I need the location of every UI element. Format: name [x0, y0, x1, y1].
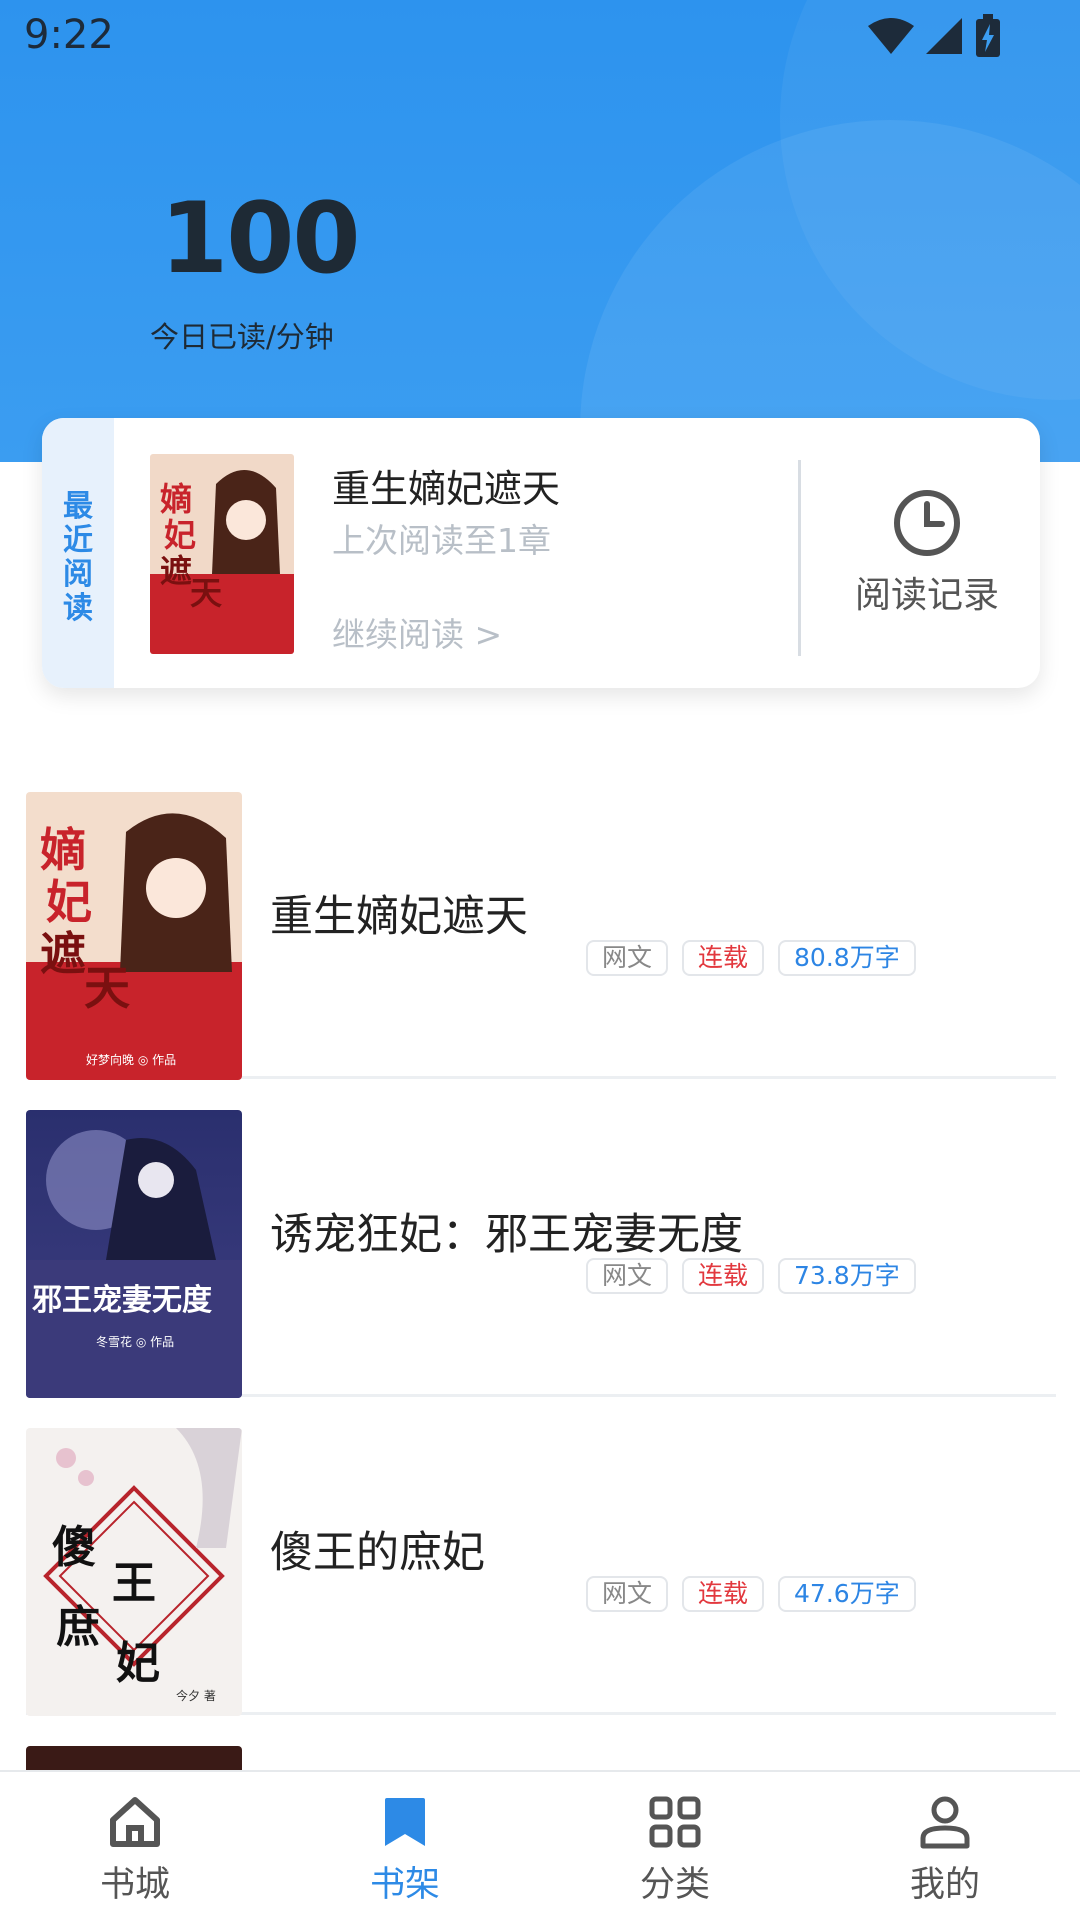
- recent-reading-tab-label: 最近阅读: [63, 489, 93, 626]
- signal-icon: [926, 18, 962, 54]
- svg-text:庶: 庶: [56, 1602, 100, 1653]
- svg-text:天: 天: [84, 961, 130, 1015]
- book-tags: 网文 连载 73.8万字: [586, 1258, 916, 1294]
- nav-bookshelf[interactable]: 书架: [270, 1772, 540, 1922]
- genre-tag: 网文: [586, 940, 669, 976]
- cover-author: 今夕 著: [176, 1688, 216, 1703]
- book-item[interactable]: 嫡 妃 遮 天 好梦向晚 ◎ 作品 重生嫡妃遮天 网文 连载 80.8万字: [26, 780, 1056, 1080]
- book-cover[interactable]: 傻 王 庶 妃 今夕 著: [26, 1428, 242, 1716]
- book-tags: 网文 连载 80.8万字: [586, 940, 916, 976]
- status-tag: 连载: [682, 1576, 765, 1612]
- header-banner: 9:22 100 今日已读/分钟: [0, 0, 1080, 462]
- status-tag: 连载: [682, 940, 765, 976]
- divider: [798, 460, 801, 656]
- svg-text:妃: 妃: [164, 516, 196, 554]
- svg-text:遮: 遮: [160, 552, 192, 590]
- recent-book-progress: 上次阅读至1章: [332, 521, 551, 560]
- svg-text:遮: 遮: [40, 927, 86, 981]
- nav-bookstore[interactable]: 书城: [0, 1772, 270, 1922]
- book-title[interactable]: 重生嫡妃遮天: [270, 882, 528, 944]
- svg-text:傻: 傻: [52, 1522, 96, 1573]
- status-time: 9:22: [24, 12, 114, 58]
- word-count-tag: 47.6万字: [778, 1576, 916, 1612]
- book-tags: 网文 连载 47.6万字: [586, 1576, 916, 1612]
- nav-category[interactable]: 分类: [540, 1772, 810, 1922]
- nav-label: 书架: [369, 1865, 440, 1905]
- book-cover[interactable]: 嫡 妃 遮 天 好梦向晚 ◎ 作品: [26, 792, 242, 1080]
- word-count-tag: 80.8万字: [778, 940, 916, 976]
- grid-icon: [649, 1796, 701, 1848]
- word-count-tag: 73.8万字: [778, 1258, 916, 1294]
- nav-mine[interactable]: 我的: [810, 1772, 1080, 1922]
- nav-label: 我的: [909, 1865, 980, 1905]
- status-tag: 连载: [682, 1258, 765, 1294]
- book-item[interactable]: 傻 王 庶 妃 今夕 著 傻王的庶妃 网文 连载 47.6万字: [26, 1416, 1056, 1716]
- svg-text:妃: 妃: [116, 1638, 160, 1689]
- book-title[interactable]: 诱宠狂妃：邪王宠妻无度: [270, 1200, 743, 1262]
- reading-history-button[interactable]: 阅读记录: [832, 488, 1022, 628]
- book-cover[interactable]: 邪王宠妻无度 冬雪花 ◎ 作品: [26, 1110, 242, 1398]
- svg-text:妃: 妃: [46, 875, 92, 929]
- recent-reading-tab: 最近阅读: [42, 418, 114, 688]
- recent-book-cover[interactable]: 嫡 妃 遮 天: [150, 454, 294, 654]
- genre-tag: 网文: [586, 1258, 669, 1294]
- reading-history-label: 阅读记录: [854, 575, 999, 616]
- bottom-navigation: 书城 书架 分类 我的: [0, 1770, 1080, 1922]
- recent-reading-card[interactable]: 最近阅读 嫡 妃 遮 天 重生嫡妃遮天 上次阅读至1章 继续阅读 > 阅读记录: [42, 418, 1040, 688]
- svg-text:嫡: 嫡: [40, 823, 86, 877]
- status-bar: 9:22: [0, 0, 1080, 72]
- nav-label: 分类: [639, 1865, 710, 1905]
- book-item[interactable]: 邪王宠妻无度 冬雪花 ◎ 作品 诱宠狂妃：邪王宠妻无度 网文 连载 73.8万字: [26, 1098, 1056, 1398]
- user-icon: [920, 1796, 970, 1849]
- cover-author: 好梦向晚 ◎ 作品: [86, 1052, 176, 1067]
- minutes-read-value: 100: [160, 182, 361, 296]
- svg-text:天: 天: [190, 574, 222, 612]
- genre-tag: 网文: [586, 1576, 669, 1612]
- svg-text:王: 王: [112, 1558, 156, 1609]
- nav-label: 书城: [99, 1865, 170, 1905]
- wifi-icon: [868, 18, 914, 54]
- recent-book-title[interactable]: 重生嫡妃遮天: [332, 458, 560, 513]
- status-icons: [868, 14, 1002, 58]
- svg-text:嫡: 嫡: [160, 480, 192, 518]
- clock-icon: [894, 490, 960, 556]
- cover-author: 冬雪花 ◎ 作品: [96, 1334, 174, 1349]
- home-icon: [110, 1797, 160, 1847]
- bookmark-icon: [385, 1798, 425, 1846]
- book-title[interactable]: 傻王的庶妃: [270, 1518, 485, 1580]
- cover-title: 邪王宠妻无度: [32, 1283, 212, 1318]
- continue-reading-link[interactable]: 继续阅读 >: [332, 608, 502, 656]
- minutes-read-label: 今日已读/分钟: [150, 320, 334, 354]
- battery-icon: [976, 14, 1000, 57]
